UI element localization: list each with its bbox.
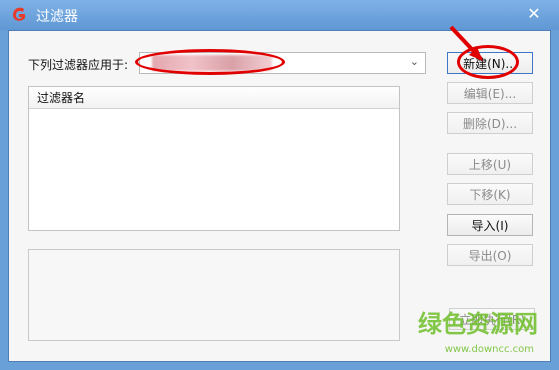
dialog-body: 下列过滤器应用于: ⌄ 过滤器名 新建(N)... 编辑(E)... 删除(D)… xyxy=(8,25,551,362)
annotation-ellipse-dropdown xyxy=(135,49,285,75)
watermark-url: www.downcc.com xyxy=(444,344,534,355)
export-button[interactable]: 导出(O) xyxy=(447,244,533,266)
import-button[interactable]: 导入(I) xyxy=(447,214,533,236)
app-icon-g xyxy=(13,7,25,21)
filter-list-header: 过滤器名 xyxy=(29,87,399,109)
filter-list[interactable]: 过滤器名 xyxy=(28,86,400,231)
apply-to-label: 下列过滤器应用于: xyxy=(28,58,129,72)
edit-button[interactable]: 编辑(E)... xyxy=(447,82,533,104)
annotation-arrow-icon xyxy=(449,25,483,61)
delete-button[interactable]: 删除(D)... xyxy=(447,112,533,134)
watermark-title: 绿色资源网 xyxy=(418,310,538,338)
move-down-button[interactable]: 下移(K) xyxy=(447,183,533,205)
move-up-button[interactable]: 上移(U) xyxy=(447,153,533,175)
window-title: 过滤器 xyxy=(36,9,78,25)
filter-details xyxy=(28,249,400,341)
chevron-down-icon[interactable]: ⌄ xyxy=(410,55,419,68)
filter-dialog: 过滤器 ✕ 下列过滤器应用于: ⌄ 过滤器名 新建(N)... 编辑(E)...… xyxy=(0,0,559,370)
close-icon[interactable]: ✕ xyxy=(525,4,543,23)
